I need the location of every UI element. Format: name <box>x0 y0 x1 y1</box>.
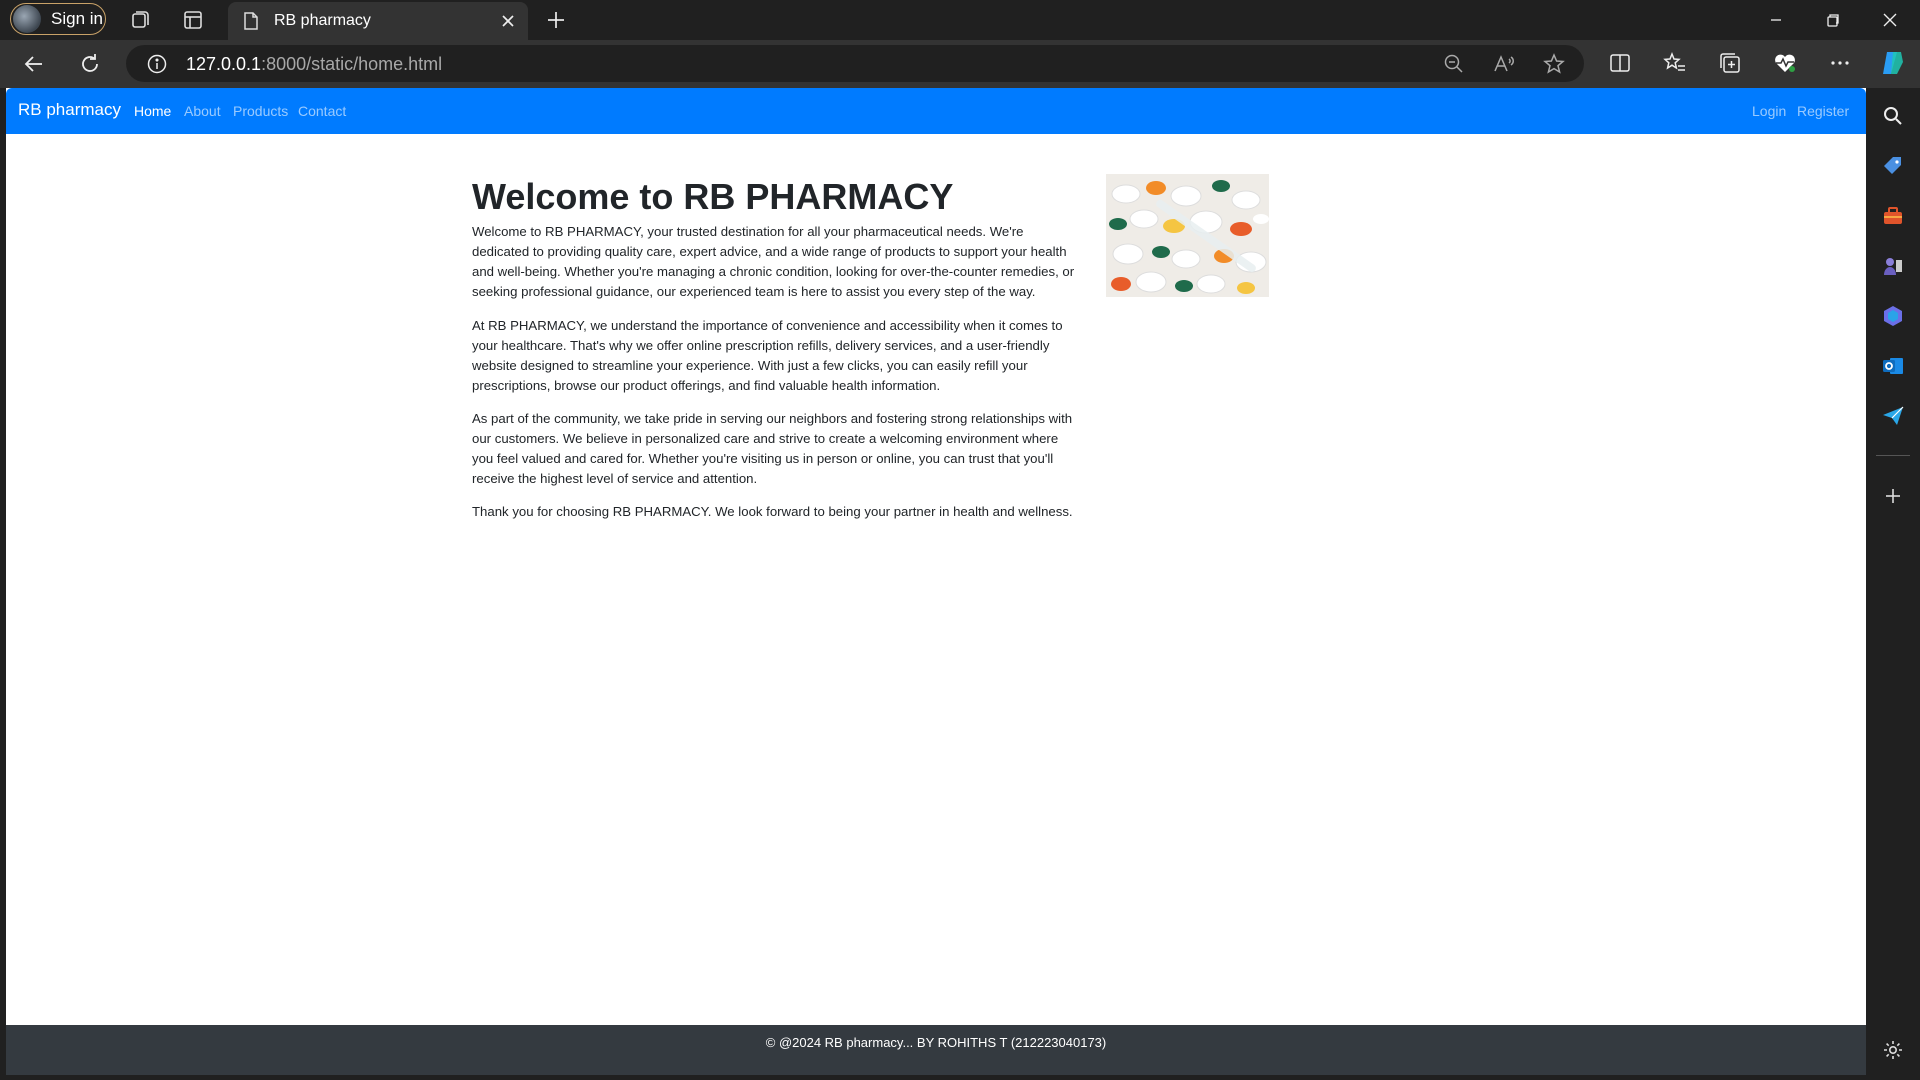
split-screen-icon[interactable] <box>1607 50 1633 76</box>
plus-icon[interactable] <box>544 8 568 32</box>
more-icon[interactable] <box>1827 50 1853 76</box>
copilot-icon[interactable] <box>1878 48 1908 78</box>
avatar <box>13 5 41 33</box>
site-brand[interactable]: RB pharmacy <box>18 100 121 120</box>
tab-title: RB pharmacy <box>274 12 371 29</box>
settings-icon[interactable] <box>1881 1038 1905 1062</box>
footer-text: © @2024 RB pharmacy... BY ROHITHS T (212… <box>765 1035 1107 1050</box>
close-icon[interactable] <box>498 11 518 31</box>
nav-home[interactable]: Home <box>134 103 171 119</box>
address-bar[interactable]: 127.0.0.1:8000/static/home.html <box>126 45 1584 82</box>
nav-contact[interactable]: Contact <box>298 103 346 119</box>
tab-actions-icon[interactable] <box>181 8 205 32</box>
window-close-icon[interactable] <box>1878 8 1902 32</box>
intro-paragraph-1: Welcome to RB PHARMACY, your trusted des… <box>472 224 1075 299</box>
url-text[interactable]: 127.0.0.1:8000/static/home.html <box>186 54 442 75</box>
send-icon[interactable] <box>1881 404 1905 428</box>
url-host: 127.0.0.1 <box>186 54 262 74</box>
url-path: :8000/static/home.html <box>261 54 443 74</box>
collections-icon[interactable] <box>1717 50 1743 76</box>
minimize-icon[interactable] <box>1764 8 1788 32</box>
back-arrow-icon[interactable] <box>20 50 48 78</box>
zoom-out-icon[interactable] <box>1442 52 1466 76</box>
site-footer: © @2024 RB pharmacy... BY ROHITHS T (212… <box>6 1025 1866 1075</box>
intro-paragraph-3: As part of the community, we take pride … <box>472 411 1073 486</box>
microsoft-365-icon[interactable] <box>1881 304 1905 328</box>
search-icon[interactable] <box>1881 104 1905 128</box>
nav-products[interactable]: Products <box>233 103 288 119</box>
browser-toolbar: 127.0.0.1:8000/static/home.html <box>0 40 1920 88</box>
sign-in-button[interactable]: Sign in <box>10 3 106 35</box>
page-icon <box>244 12 258 30</box>
add-icon[interactable] <box>1881 484 1905 508</box>
page-viewport: RB pharmacy Home About Products Contact … <box>6 88 1866 1075</box>
refresh-icon[interactable] <box>76 50 104 78</box>
browser-sidebar <box>1866 88 1920 1080</box>
browser-essentials-icon[interactable] <box>1772 50 1798 76</box>
page-title: Welcome to RB PHARMACY <box>472 176 954 217</box>
workspaces-icon[interactable] <box>128 8 152 32</box>
active-tab[interactable]: RB pharmacy <box>228 2 528 40</box>
nav-about[interactable]: About <box>184 103 221 119</box>
nav-register[interactable]: Register <box>1797 103 1849 119</box>
intro-paragraph-2: At RB PHARMACY, we understand the import… <box>472 318 1063 393</box>
intro-paragraph-4: Thank you for choosing RB PHARMACY. We l… <box>472 504 1073 519</box>
info-icon[interactable] <box>146 53 168 75</box>
star-icon[interactable] <box>1542 52 1566 76</box>
sign-in-label: Sign in <box>51 9 103 28</box>
nav-login[interactable]: Login <box>1752 103 1786 119</box>
outlook-icon[interactable] <box>1881 354 1905 378</box>
favorites-icon[interactable] <box>1662 50 1688 76</box>
read-aloud-icon[interactable] <box>1492 52 1516 76</box>
sidebar-divider <box>1876 455 1910 456</box>
site-navbar: RB pharmacy Home About Products Contact … <box>6 88 1866 134</box>
browser-title-bar: Sign in RB pharmacy <box>0 0 1920 40</box>
tools-icon[interactable] <box>1881 204 1905 228</box>
pills-image <box>1106 174 1269 297</box>
shopping-tag-icon[interactable] <box>1881 154 1905 178</box>
games-icon[interactable] <box>1881 254 1905 278</box>
restore-icon[interactable] <box>1821 8 1845 32</box>
